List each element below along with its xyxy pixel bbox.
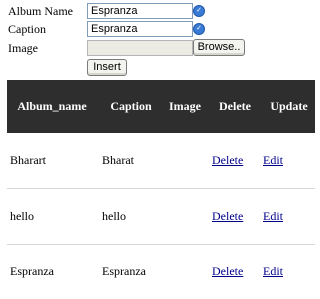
album-name-cell: Espranza [10, 264, 54, 278]
caption-cell: Espranza [102, 264, 146, 278]
edit-link[interactable]: Edit [263, 244, 283, 299]
edit-link[interactable]: Edit [263, 189, 283, 244]
header-image: Image [169, 99, 201, 113]
caption-cell: hello [102, 209, 126, 223]
image-file-input[interactable] [87, 40, 193, 56]
insert-button[interactable]: Insert [87, 59, 127, 76]
caption-cell: Bharat [102, 153, 134, 167]
album-name-cell: hello [10, 209, 34, 223]
spellcheck-icon[interactable]: ✓ [193, 5, 205, 17]
header-album-name: Album_name [17, 99, 87, 113]
album-name-cell: Bharart [10, 153, 46, 167]
spellcheck-icon[interactable]: ✓ [193, 23, 205, 35]
delete-link[interactable]: Delete [212, 244, 243, 299]
delete-link[interactable]: Delete [212, 133, 243, 188]
caption-label: Caption [8, 22, 46, 36]
image-label: Image [8, 41, 38, 55]
album-name-label: Album Name [8, 4, 73, 18]
table-row: Espranza Espranza Delete Edit [7, 244, 315, 299]
table-row: Bharart Bharat Delete Edit [7, 133, 315, 189]
header-delete: Delete [219, 99, 251, 113]
header-caption: Caption [110, 99, 152, 113]
table-row: hello hello Delete Edit [7, 189, 315, 245]
delete-link[interactable]: Delete [212, 189, 243, 244]
grid-header: Album_name Caption Image Delete Update [7, 80, 315, 133]
header-update: Update [270, 99, 308, 113]
edit-link[interactable]: Edit [263, 133, 283, 188]
browse-button[interactable]: Browse.. [193, 39, 245, 56]
album-name-input[interactable] [87, 3, 193, 19]
caption-input[interactable] [87, 21, 193, 37]
